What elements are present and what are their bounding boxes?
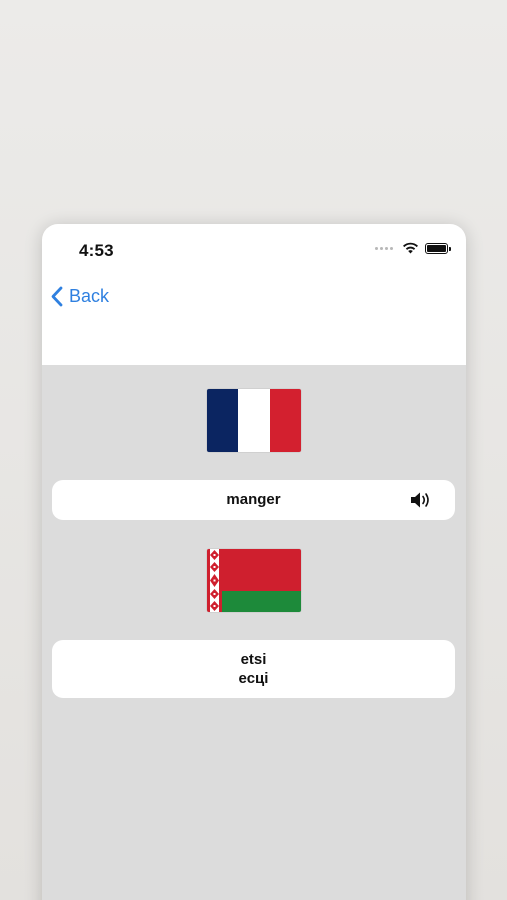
flag-belarus: [207, 549, 301, 612]
status-time: 4:53: [79, 241, 114, 260]
target-word: есці: [238, 670, 269, 687]
back-label: Back: [69, 286, 110, 306]
target-word-card: etsi есці: [52, 640, 455, 698]
flag-france: [207, 389, 301, 452]
speaker-icon[interactable]: [409, 491, 433, 509]
back-button[interactable]: Back: [50, 286, 109, 307]
target-transliteration: etsi: [240, 651, 267, 668]
signal-dots-icon: [375, 246, 393, 250]
navigation-header: 4:53 Back: [42, 224, 466, 365]
back-chevron-icon: [51, 286, 63, 307]
app-screen: 4:53 Back manger etsi есці: [42, 224, 466, 900]
wifi-icon: [403, 242, 418, 254]
source-word-card: manger: [52, 480, 455, 520]
battery-icon: [425, 242, 451, 254]
source-word: manger: [226, 491, 281, 508]
status-icons: [375, 242, 451, 254]
flag-belarus-graphic: [207, 549, 301, 612]
